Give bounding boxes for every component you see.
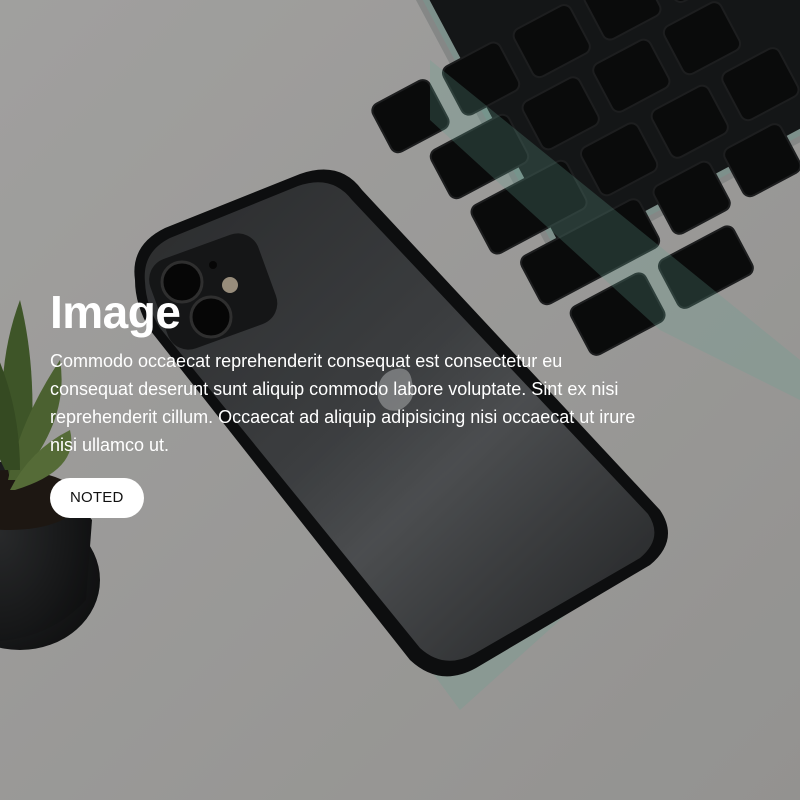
hero-content: Image Commodo occaecat reprehenderit con…: [50, 282, 650, 518]
hero-banner: Image Commodo occaecat reprehenderit con…: [0, 0, 800, 800]
noted-button[interactable]: NOTED: [50, 478, 144, 518]
hero-title: Image: [50, 286, 181, 338]
hero-description: Commodo occaecat reprehenderit consequat…: [50, 351, 636, 455]
